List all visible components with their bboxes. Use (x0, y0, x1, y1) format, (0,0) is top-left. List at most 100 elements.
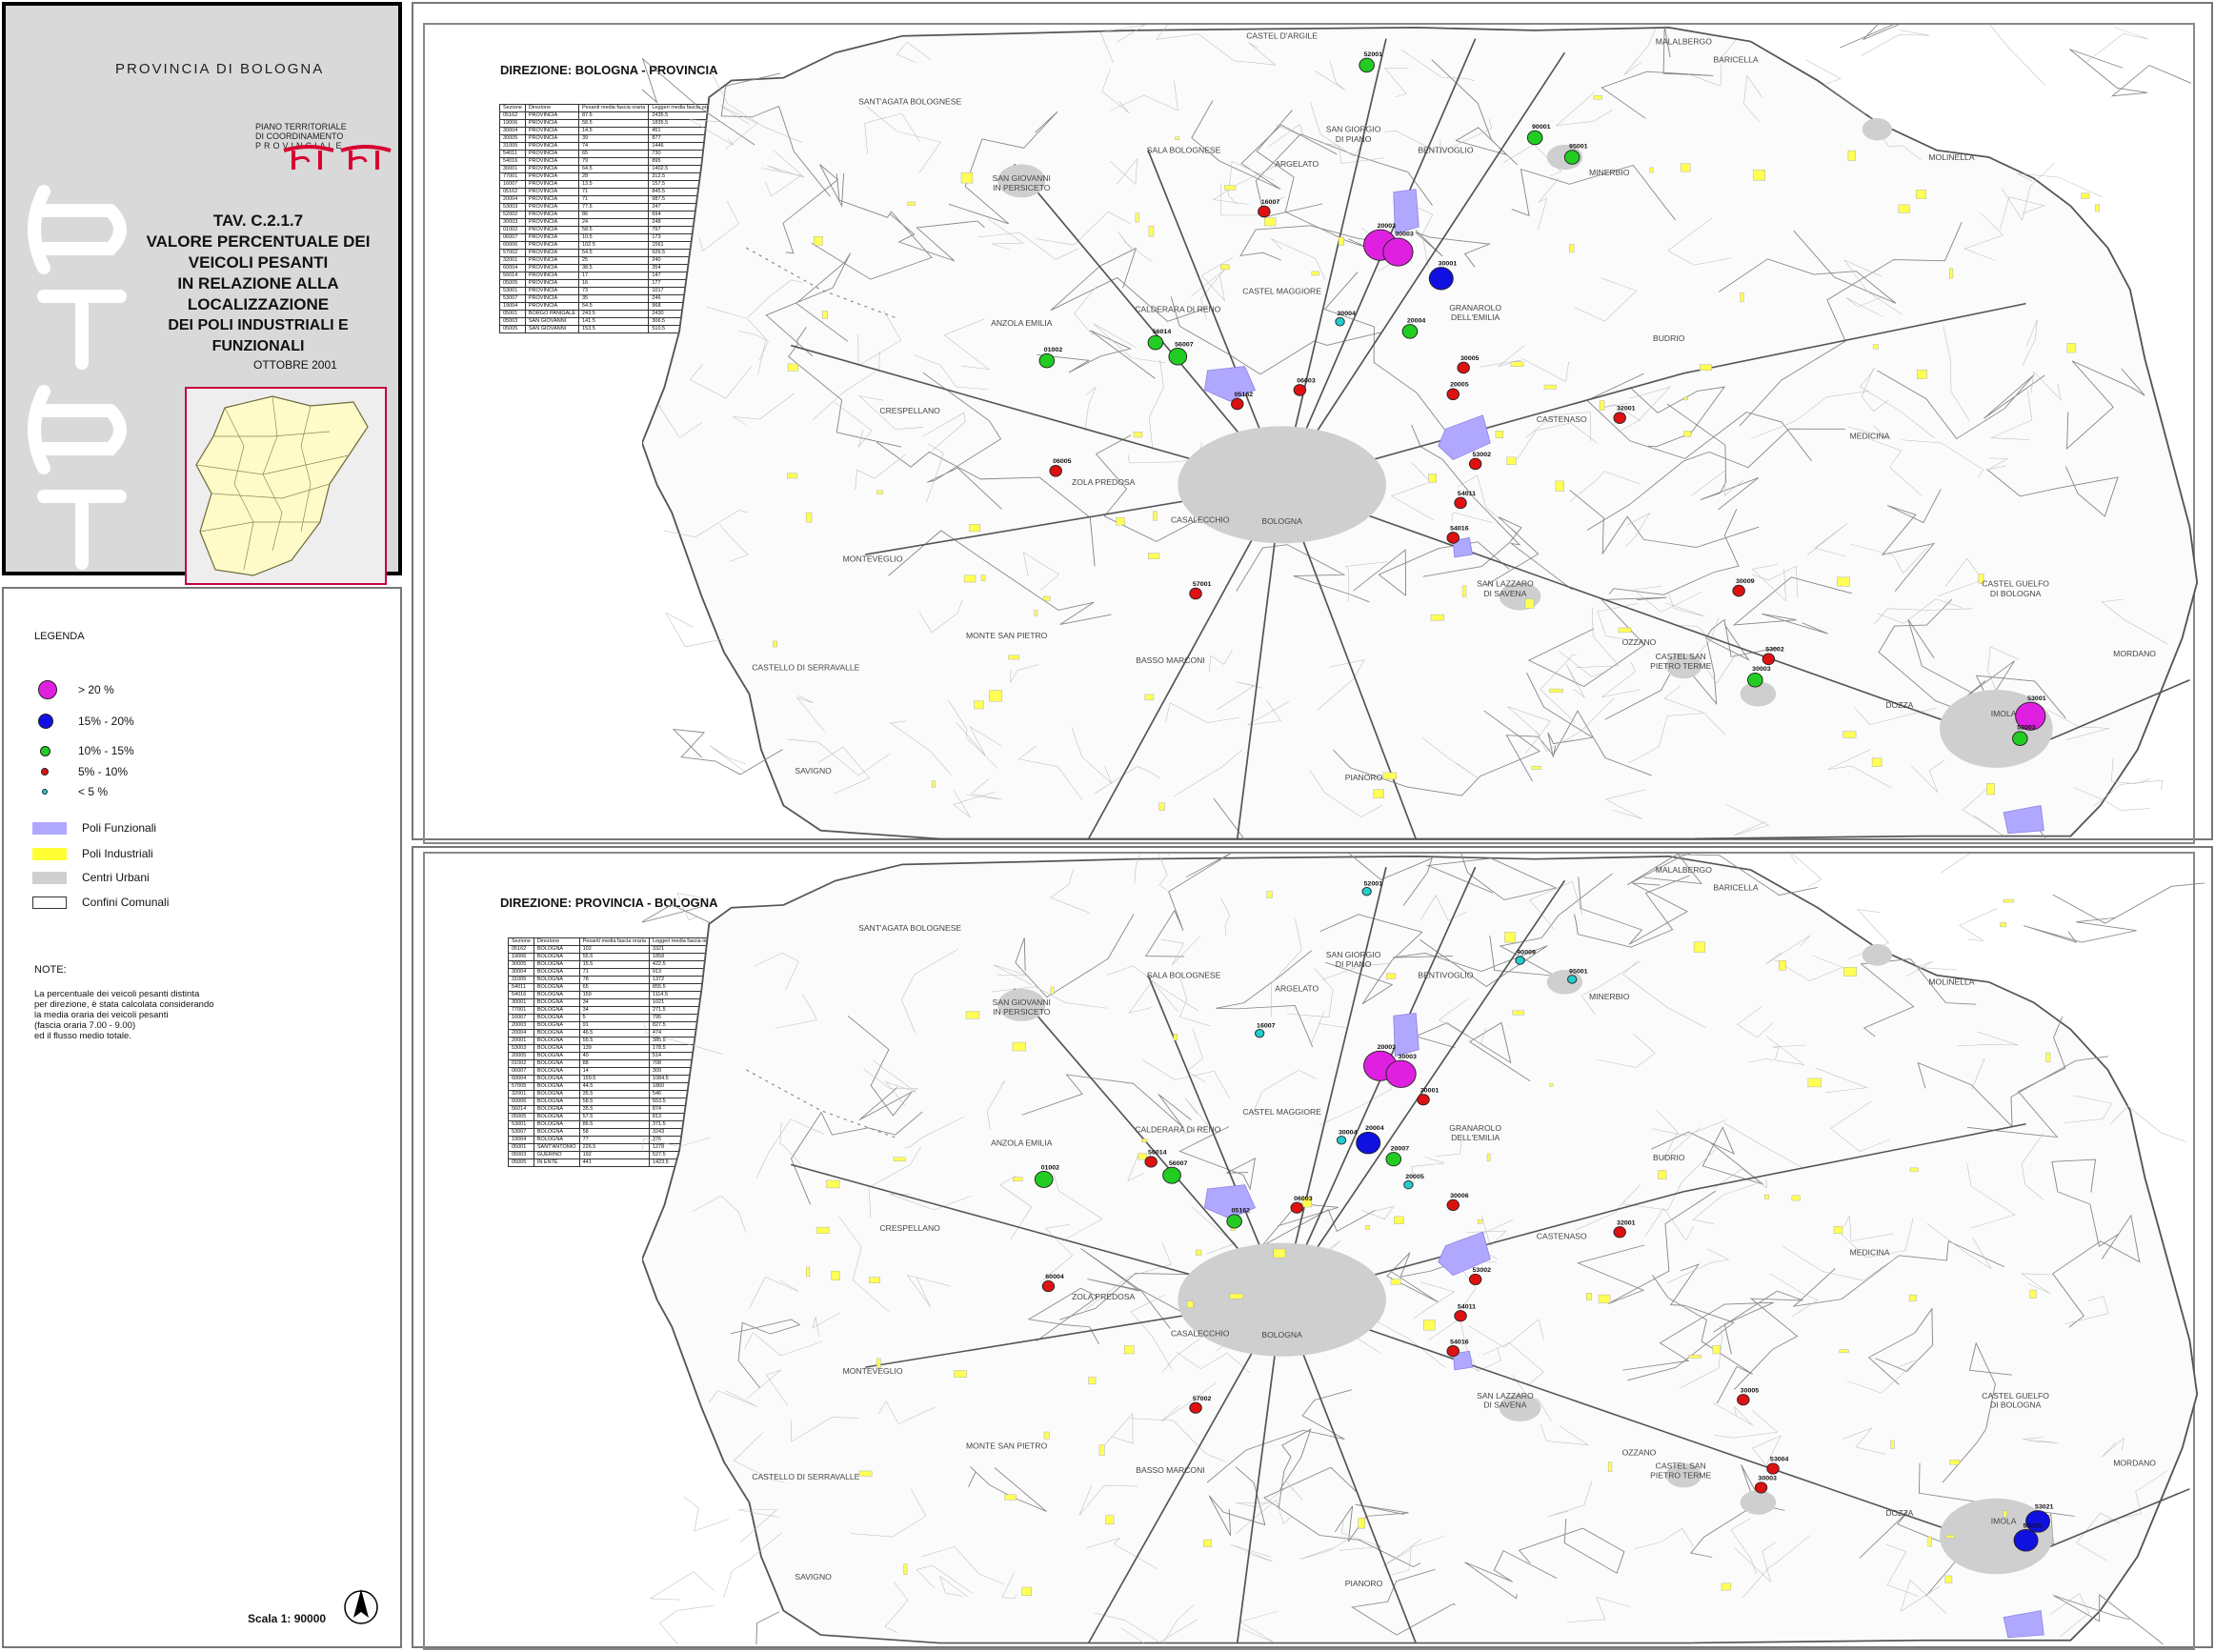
legend-label: Confini Comunali (82, 896, 170, 909)
title-line-3: VEICOLI PESANTI (188, 253, 329, 272)
measuring-site-marker (1189, 587, 1202, 600)
table-cell: 53007 (499, 294, 526, 303)
industrial-area (1512, 1010, 1524, 1016)
table-cell: GUERINO (533, 1151, 580, 1159)
table-cell: 60004 (508, 1075, 534, 1083)
town-label: IN PERSICETO (993, 1008, 1050, 1017)
site-code-label: 30009 (1736, 578, 1755, 585)
industrial-area (1833, 1225, 1843, 1235)
column-header: Sezione (499, 104, 526, 112)
town-label: DOZZA (1885, 1510, 1914, 1519)
town-label: BUDRIO (1653, 333, 1685, 343)
measuring-site-marker (1162, 1166, 1181, 1184)
road-line (659, 1605, 714, 1644)
industrial-area (773, 640, 777, 648)
town-label: DOZZA (1885, 700, 1914, 710)
industrial-area (1461, 585, 1467, 597)
table-cell: BOLOGNA (533, 1037, 580, 1045)
column-header: Pesanti media fascia oraria (578, 937, 650, 946)
table-cell: SAN GIOVANNI (524, 325, 580, 333)
industrial-area (1700, 364, 1712, 371)
measuring-site-marker (1144, 1156, 1158, 1168)
note-line: la media oraria dei veicoli pesanti (34, 1010, 169, 1020)
measuring-site-marker (1168, 348, 1188, 366)
site-code-label: 30005 (1741, 1388, 1760, 1395)
table-cell: 141.5 (577, 317, 650, 326)
industrial-area (1908, 1294, 1917, 1301)
industrial-area (1495, 431, 1503, 438)
table-cell: 53007 (508, 1128, 534, 1137)
site-code-label: 56014 (1148, 1150, 1167, 1157)
legend-item-over-20: > 20 % (38, 679, 114, 700)
town-label: SANT'AGATA BOLOGNESE (858, 924, 962, 933)
measuring-site-marker (1335, 316, 1345, 327)
site-code-label: 20004 (1407, 318, 1426, 325)
table-cell: 06007 (508, 1067, 534, 1076)
site-code-label: 20005 (1405, 1174, 1424, 1180)
table-cell: 102.5 (577, 241, 650, 250)
table-cell: 64.5 (577, 165, 650, 173)
industrial-area (963, 574, 977, 583)
table-cell: PROVINCIA (524, 302, 580, 311)
table-cell: SANT'ANTONIO (533, 1143, 580, 1152)
road-line (1941, 854, 1970, 874)
industrial-area (893, 1157, 906, 1161)
table-cell: 86 (577, 211, 650, 219)
town-label: CASTELLO DI SERRAVALLE (752, 1473, 860, 1481)
measuring-site-marker (1732, 584, 1745, 597)
industrial-area (1263, 217, 1277, 227)
industrial-area (1764, 1194, 1769, 1199)
table-cell: PROVINCIA (524, 150, 580, 158)
table-cell: BOLOGNA (533, 1021, 580, 1030)
site-code-label: 53002 (1765, 647, 1784, 654)
table-cell: 77001 (499, 172, 526, 181)
title-line-6: DEI POLI INDUSTRIALI E FUNZIONALI (168, 317, 349, 354)
industrial-area (2081, 192, 2090, 199)
town-label: BASSO MARCONI (1136, 655, 1204, 665)
industrial-area (954, 1370, 967, 1378)
site-code-label: 20004 (1365, 1125, 1384, 1132)
industrial-area (816, 1226, 830, 1234)
grey-swatch-icon (32, 871, 67, 884)
town-label: MOLINELLA (1928, 978, 1975, 987)
table-cell: 65 (577, 150, 650, 158)
industrial-area (931, 780, 936, 788)
industrial-area (1220, 264, 1230, 271)
site-code-label: 06003 (1297, 377, 1316, 384)
site-code-label: 90001 (1532, 124, 1551, 131)
table-cell: 54016 (508, 991, 534, 999)
functional-area (1393, 189, 1420, 234)
map-panel-bologna-provincia: DIREZIONE: BOLOGNA - PROVINCIA Sezione Di… (412, 2, 2213, 844)
ptcp-logo (280, 145, 394, 183)
industrial-area (1133, 432, 1143, 438)
measuring-site-marker (1382, 237, 1414, 267)
site-code-label: 53001 (2027, 695, 2046, 702)
industrial-area (1986, 783, 1995, 796)
site-code-label: 30003 (1398, 1054, 1417, 1060)
site-code-label: 54016 (1450, 1340, 1469, 1346)
table-cell: 17 (577, 272, 650, 280)
town-label: DI SAVENA (1483, 589, 1527, 598)
column-header: Direzione (524, 104, 580, 112)
town-label: ARGELATO (1275, 985, 1319, 994)
town-label: IMOLA (1991, 709, 2017, 718)
measuring-site-marker (1361, 887, 1372, 897)
table-cell: 74 (577, 142, 650, 151)
table-cell: 73 (577, 287, 650, 295)
table-cell: PROVINCIA (524, 203, 580, 212)
table-cell: PROVINCIA (524, 119, 580, 128)
town-label: PIANORO (1345, 773, 1383, 782)
measuring-site-marker (1446, 532, 1460, 544)
table-cell: 01002 (499, 226, 526, 234)
table-cell: 30001 (508, 998, 534, 1007)
table-cell: 53003 (499, 203, 526, 212)
table-cell: 19006 (508, 953, 534, 961)
table-cell: BOLOGNA (533, 1113, 580, 1121)
industrial-area (806, 1266, 811, 1278)
table-cell: 71 (577, 195, 650, 204)
town-label: CASALECCHIO (1171, 515, 1230, 525)
legend-item-confini-comunali: Confini Comunali (32, 892, 169, 913)
industrial-area (787, 473, 798, 479)
table-cell: PROVINCIA (524, 249, 580, 257)
measuring-site-marker (2012, 731, 2028, 746)
